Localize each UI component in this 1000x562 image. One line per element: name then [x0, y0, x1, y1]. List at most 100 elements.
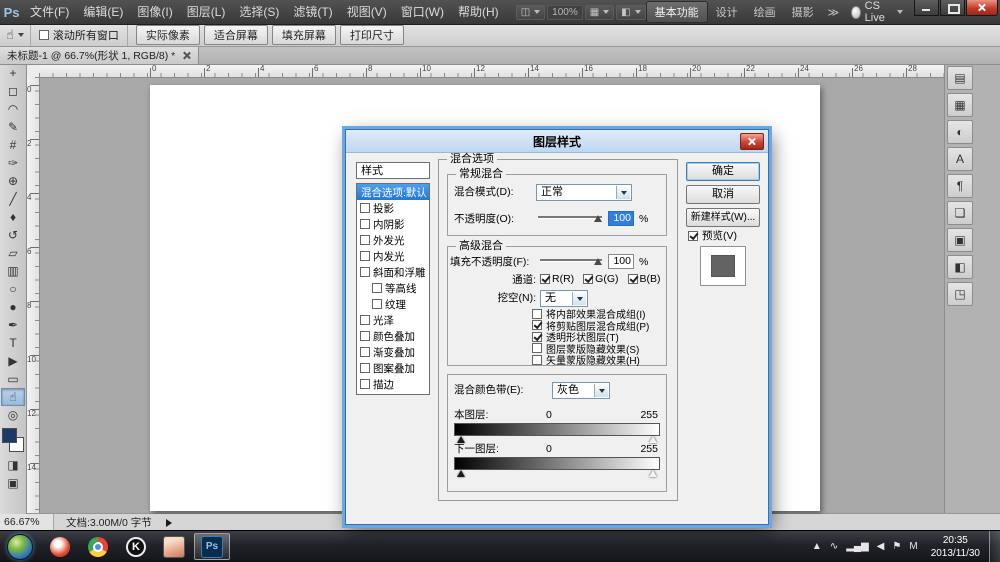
style-item[interactable]: 等高线 — [357, 280, 429, 296]
rectangle-tool[interactable]: ▭ — [1, 370, 25, 388]
menu-item[interactable]: 滤镜(T) — [286, 0, 339, 24]
foreground-color-swatch[interactable] — [2, 428, 17, 443]
start-button[interactable] — [7, 534, 33, 560]
blend-mode-select[interactable]: 正常 — [536, 184, 632, 201]
input-method-icon[interactable]: M — [905, 531, 921, 562]
status-menu-arrow-icon[interactable] — [166, 519, 172, 527]
healing-brush-tool[interactable]: ⊕ — [1, 172, 25, 190]
knockout-select[interactable]: 无 — [540, 290, 588, 307]
style-item[interactable]: 斜面和浮雕 — [357, 264, 429, 280]
options-bar-button[interactable]: 填充屏幕 — [272, 25, 336, 45]
taskbar-clock[interactable]: 20:35 2013/11/30 — [922, 534, 989, 560]
scroll-all-windows-checkbox[interactable]: 滚动所有窗口 — [31, 27, 127, 43]
cs-live-button[interactable]: CS Live — [851, 0, 903, 24]
ok-button[interactable]: 确定 — [686, 162, 760, 181]
document-tab[interactable]: 未标题-1 @ 66.7%(形状 1, RGB/8) * — [0, 46, 199, 64]
opacity-slider[interactable] — [538, 211, 602, 223]
this-layer-gradient-slider[interactable] — [454, 423, 660, 436]
style-item[interactable]: 投影 — [357, 200, 429, 216]
workspace-button[interactable]: 设计 — [708, 2, 746, 22]
style-checkbox[interactable] — [360, 347, 370, 357]
panel-3d-icon[interactable]: ◳ — [947, 282, 973, 306]
menu-item[interactable]: 选择(S) — [232, 0, 286, 24]
crop-tool[interactable]: # — [1, 136, 25, 154]
style-checkbox[interactable] — [372, 283, 382, 293]
style-checkbox[interactable] — [360, 235, 370, 245]
style-checkbox[interactable] — [360, 219, 370, 229]
menu-item[interactable]: 图像(I) — [130, 0, 179, 24]
style-checkbox[interactable] — [360, 267, 370, 277]
move-tool[interactable]: + — [1, 64, 25, 82]
menu-item[interactable]: 文件(F) — [23, 0, 76, 24]
lasso-tool[interactable]: ◠ — [1, 100, 25, 118]
style-item[interactable]: 内发光 — [357, 248, 429, 264]
show-desktop-button[interactable] — [989, 531, 1000, 562]
blend-if-select[interactable]: 灰色 — [552, 382, 610, 399]
zoom-level-field[interactable]: 66.67% — [0, 514, 54, 531]
workspace-overflow-button[interactable]: ≫ — [822, 6, 846, 19]
style-checkbox[interactable] — [360, 251, 370, 261]
style-item[interactable]: 光泽 — [357, 312, 429, 328]
workspace-button[interactable]: 摄影 — [784, 2, 822, 22]
fill-opacity-slider[interactable] — [540, 254, 602, 266]
menu-item[interactable]: 图层(L) — [180, 0, 233, 24]
path-selection-tool[interactable]: ▶ — [1, 352, 25, 370]
tool-preset-dropdown[interactable]: ☝ — [0, 24, 31, 46]
style-checkbox[interactable] — [360, 379, 370, 389]
zoom-tool[interactable]: ◎ — [1, 406, 25, 424]
fill-opacity-value[interactable]: 100 — [608, 254, 634, 269]
advanced-option-checkbox[interactable]: 矢量蒙版隐藏效果(H) — [532, 354, 664, 366]
style-item[interactable]: 图案叠加 — [357, 360, 429, 376]
style-item-blending-options[interactable]: 混合选项:默认 — [357, 184, 429, 200]
channel-checkbox[interactable]: R(R) — [540, 273, 574, 285]
taskbar-photoshop[interactable]: Ps — [194, 533, 230, 560]
panel-history-icon[interactable]: ▤ — [947, 66, 973, 90]
horizontal-ruler[interactable]: 0246810121416182022242628 — [39, 64, 945, 78]
tab-close-icon[interactable] — [182, 51, 191, 60]
quick-mask-button[interactable]: ◨ — [1, 456, 25, 474]
close-button[interactable] — [966, 0, 998, 16]
type-tool[interactable]: T — [1, 334, 25, 352]
menu-item[interactable]: 帮助(H) — [451, 0, 506, 24]
underlying-layer-gradient-slider[interactable] — [454, 457, 660, 470]
options-bar-button[interactable]: 打印尺寸 — [340, 25, 404, 45]
workspace-button[interactable]: 绘画 — [746, 2, 784, 22]
gradient-tool[interactable]: ▥ — [1, 262, 25, 280]
channel-checkbox[interactable]: B(B) — [628, 273, 661, 285]
panel-character-icon[interactable]: A — [947, 147, 973, 171]
taskbar-app-1[interactable] — [42, 533, 78, 560]
minimize-button[interactable] — [914, 0, 939, 16]
style-checkbox[interactable] — [360, 363, 370, 373]
pen-tool[interactable]: ✒ — [1, 316, 25, 334]
eyedropper-tool[interactable]: ✑ — [1, 154, 25, 172]
vertical-ruler[interactable]: 02468101214 — [26, 77, 40, 514]
eraser-tool[interactable]: ▱ — [1, 244, 25, 262]
menu-item[interactable]: 窗口(W) — [394, 0, 451, 24]
dialog-title-bar[interactable]: 图层样式 — [346, 130, 768, 153]
launch-bridge-button[interactable]: ◫ — [516, 5, 545, 20]
dodge-tool[interactable]: ● — [1, 298, 25, 316]
style-item[interactable]: 描边 — [357, 376, 429, 392]
options-bar-button[interactable]: 实际像素 — [136, 25, 200, 45]
network-signal-icon[interactable]: ▂▄▆ — [842, 531, 872, 562]
arrange-documents-button[interactable]: ▦ — [585, 5, 614, 20]
clone-stamp-tool[interactable]: ♦ — [1, 208, 25, 226]
style-checkbox[interactable] — [360, 331, 370, 341]
dialog-close-button[interactable] — [740, 133, 764, 150]
preview-checkbox[interactable]: 预览(V) — [688, 228, 737, 243]
hand-tool[interactable]: ☝ — [1, 388, 25, 406]
style-checkbox[interactable] — [360, 203, 370, 213]
menu-item[interactable]: 视图(V) — [340, 0, 394, 24]
quick-selection-tool[interactable]: ✎ — [1, 118, 25, 136]
hidden-icons-chevron[interactable]: ▲ — [808, 531, 826, 562]
options-bar-button[interactable]: 适合屏幕 — [204, 25, 268, 45]
style-item[interactable]: 颜色叠加 — [357, 328, 429, 344]
style-item[interactable]: 渐变叠加 — [357, 344, 429, 360]
brush-tool[interactable]: ╱ — [1, 190, 25, 208]
style-item[interactable]: 内阴影 — [357, 216, 429, 232]
panel-masks-icon[interactable]: ◧ — [947, 255, 973, 279]
style-checkbox[interactable] — [372, 299, 382, 309]
opacity-value[interactable]: 100 — [608, 211, 634, 226]
cancel-button[interactable]: 取消 — [686, 185, 760, 204]
volume-icon[interactable]: ◀ — [873, 531, 889, 562]
